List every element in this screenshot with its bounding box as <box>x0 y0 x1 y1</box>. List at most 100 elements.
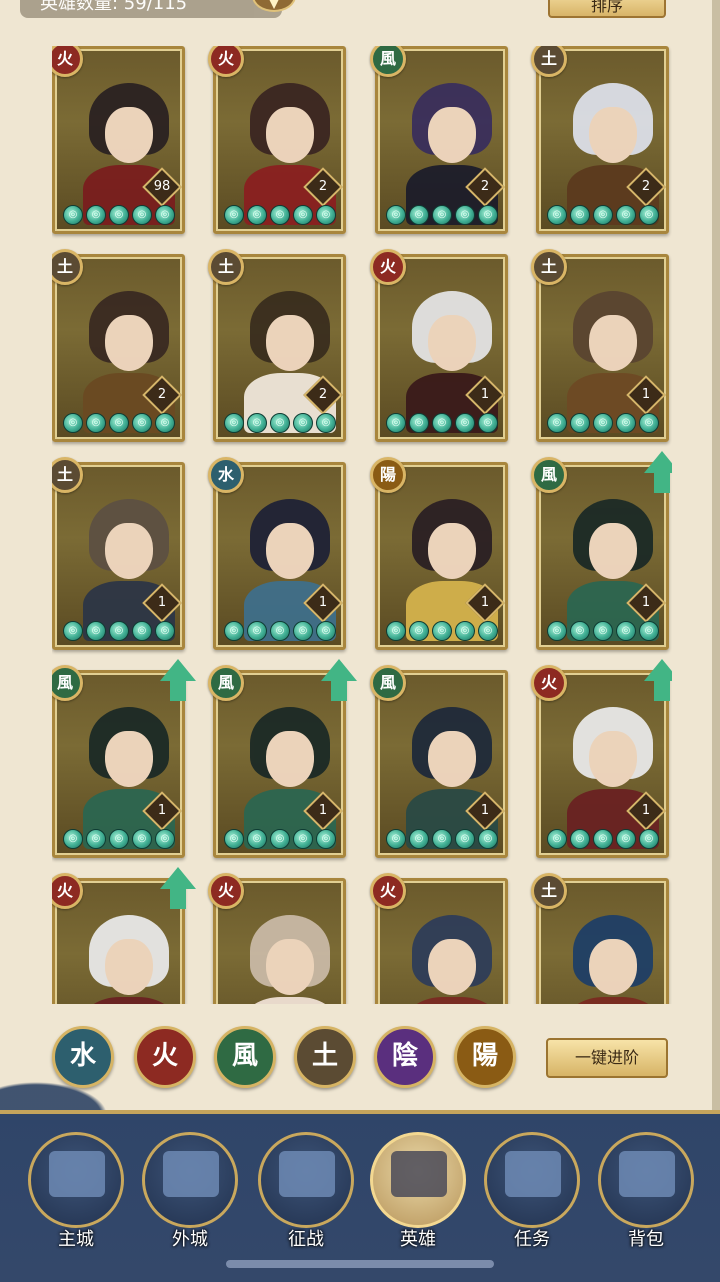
jade-star-icon: ◎ <box>570 621 590 641</box>
hero-card[interactable]: 火 1 ◎ ◎ ◎ ◎ ◎ <box>370 249 508 442</box>
hero-card[interactable]: 土 2 ◎ ◎ ◎ ◎ ◎ <box>531 46 669 234</box>
hero-card[interactable]: 陽 1 ◎ ◎ ◎ ◎ ◎ <box>370 457 508 650</box>
hero-count-label: 英雄数量: 59/115 <box>20 0 282 18</box>
element-badge: 火 <box>370 873 406 909</box>
star-rating: ◎ ◎ ◎ ◎ ◎ <box>224 621 336 643</box>
jade-star-icon: ◎ <box>593 413 613 433</box>
star-rating: ◎ ◎ ◎ ◎ ◎ <box>547 205 659 227</box>
upgrade-arrow-icon <box>156 659 200 703</box>
level-value: 2 <box>480 179 490 194</box>
element-filter-button[interactable]: 陽 <box>454 1026 516 1088</box>
nav-quest[interactable]: 任务 <box>484 1132 580 1250</box>
jade-star-icon: ◎ <box>224 205 244 225</box>
nav-bag[interactable]: 背包 <box>598 1132 694 1250</box>
upgrade-arrow-icon <box>640 451 672 495</box>
element-filter-button[interactable]: 火 <box>134 1026 196 1088</box>
jade-star-icon: ◎ <box>132 205 152 225</box>
nav-label: 主城 <box>58 1229 94 1250</box>
hero-face <box>266 523 314 579</box>
jade-star-icon: ◎ <box>386 413 406 433</box>
hero-card[interactable]: 風 1 ◎ ◎ ◎ ◎ ◎ <box>208 659 357 858</box>
level-value: 1 <box>641 387 651 402</box>
hero-face <box>105 107 153 163</box>
jade-star-icon: ◎ <box>478 621 498 641</box>
hero-face <box>105 939 153 995</box>
hero-card[interactable]: 土 2 ◎ ◎ ◎ ◎ ◎ <box>52 249 185 442</box>
star-rating: ◎ ◎ ◎ ◎ ◎ <box>63 205 175 227</box>
level-value: 2 <box>318 387 328 402</box>
jade-star-icon: ◎ <box>639 205 659 225</box>
jade-star-icon: ◎ <box>593 621 613 641</box>
hero-outfit <box>567 997 659 1004</box>
hero-card[interactable]: 土 2 ◎ ◎ ◎ ◎ ◎ <box>208 249 346 442</box>
jade-star-icon: ◎ <box>270 829 290 849</box>
upgrade-arrow-head <box>160 867 196 889</box>
jade-star-icon: ◎ <box>639 829 659 849</box>
hero-card[interactable]: 土 1 ◎ ◎ ◎ ◎ ◎ <box>52 457 185 650</box>
hero-face <box>428 731 476 787</box>
element-badge: 土 <box>208 249 244 285</box>
jade-star-icon: ◎ <box>132 829 152 849</box>
level-value: 2 <box>641 179 651 194</box>
jade-star-icon: ◎ <box>455 413 475 433</box>
nav-hero[interactable]: 英雄 <box>370 1132 466 1250</box>
hero-card[interactable]: 火 1 ◎ ◎ ◎ ◎ ◎ <box>531 659 672 858</box>
nav-label: 任务 <box>514 1229 550 1250</box>
jade-star-icon: ◎ <box>386 205 406 225</box>
jade-star-icon: ◎ <box>247 205 267 225</box>
nav-label: 英雄 <box>400 1229 436 1250</box>
jade-star-icon: ◎ <box>478 413 498 433</box>
hero-card[interactable]: 火 <box>370 873 508 1004</box>
jade-star-icon: ◎ <box>547 829 567 849</box>
hero-card[interactable]: 水 1 ◎ ◎ ◎ ◎ ◎ <box>208 457 346 650</box>
jade-star-icon: ◎ <box>386 621 406 641</box>
hero-outfit <box>244 997 336 1004</box>
element-badge: 土 <box>531 873 567 909</box>
top-bar: 英雄数量: 59/115 ▼ 排序 <box>0 0 720 26</box>
nav-campaign[interactable]: 征战 <box>258 1132 354 1250</box>
nav-main-city[interactable]: 主城 <box>28 1132 124 1250</box>
hero-card[interactable]: 風 2 ◎ ◎ ◎ ◎ ◎ <box>370 46 508 234</box>
element-filter-button[interactable]: 土 <box>294 1026 356 1088</box>
element-filter-button[interactable]: 陰 <box>374 1026 436 1088</box>
hero-card[interactable]: 風 1 ◎ ◎ ◎ ◎ ◎ <box>531 451 672 650</box>
upgrade-arrow-head <box>644 659 672 681</box>
hero-face <box>589 939 637 995</box>
jade-star-icon: ◎ <box>316 829 336 849</box>
jade-star-icon: ◎ <box>224 413 244 433</box>
home-indicator <box>226 1260 494 1268</box>
hero-card[interactable]: 風 1 ◎ ◎ ◎ ◎ ◎ <box>370 665 508 858</box>
advance-all-button[interactable]: 一键进阶 <box>546 1038 668 1078</box>
jade-star-icon: ◎ <box>570 829 590 849</box>
star-rating: ◎ ◎ ◎ ◎ ◎ <box>386 413 498 435</box>
jade-star-icon: ◎ <box>247 621 267 641</box>
level-value: 2 <box>318 179 328 194</box>
jade-star-icon: ◎ <box>109 205 129 225</box>
hero-card[interactable]: 土 <box>531 873 669 1004</box>
upgrade-arrow-icon <box>640 659 672 703</box>
scrollbar[interactable] <box>712 0 720 1110</box>
hero-card[interactable]: 風 1 ◎ ◎ ◎ ◎ ◎ <box>52 659 196 858</box>
jade-star-icon: ◎ <box>63 621 83 641</box>
hero-card[interactable]: 火 2 ◎ ◎ ◎ ◎ ◎ <box>208 46 346 234</box>
jade-star-icon: ◎ <box>432 205 452 225</box>
star-rating: ◎ ◎ ◎ ◎ ◎ <box>63 829 175 851</box>
hero-card[interactable]: 火 <box>52 867 196 1004</box>
outer-city-icon <box>163 1151 219 1197</box>
sort-button[interactable]: 排序 <box>548 0 666 18</box>
star-rating: ◎ ◎ ◎ ◎ ◎ <box>386 829 498 851</box>
hero-card[interactable]: 火 <box>208 873 346 1004</box>
element-filter-button[interactable]: 風 <box>214 1026 276 1088</box>
bottom-nav: 主城 外城 征战 英雄 任务 背包 <box>0 1110 720 1282</box>
hero-card[interactable]: 火 98 ◎ ◎ ◎ ◎ ◎ <box>52 46 185 234</box>
upgrade-arrow-stem <box>331 679 347 701</box>
element-badge: 風 <box>370 665 406 701</box>
hero-card[interactable]: 土 1 ◎ ◎ ◎ ◎ ◎ <box>531 249 669 442</box>
jade-star-icon: ◎ <box>224 829 244 849</box>
element-badge: 土 <box>531 249 567 285</box>
nav-outer-city[interactable]: 外城 <box>142 1132 238 1250</box>
jade-star-icon: ◎ <box>409 413 429 433</box>
jade-star-icon: ◎ <box>616 621 636 641</box>
star-rating: ◎ ◎ ◎ ◎ ◎ <box>224 413 336 435</box>
element-badge: 火 <box>208 873 244 909</box>
